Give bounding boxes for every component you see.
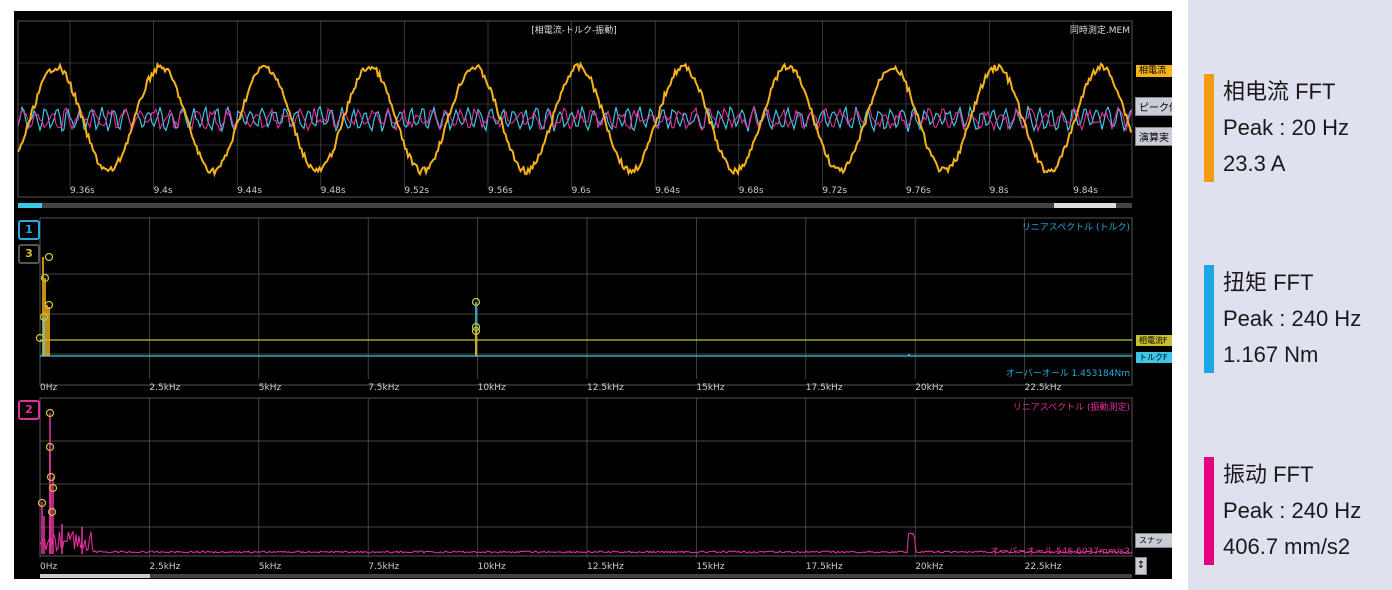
time-tick-label: 9.84s: [1073, 186, 1098, 196]
freq-tick-label: 20kHz: [915, 383, 943, 393]
freq-tick-label: 12.5kHz: [587, 383, 624, 393]
spectrum2-channel-2-label: 2: [25, 403, 33, 416]
freq-tick-label: 15kHz: [696, 562, 724, 572]
file-name: 同時測定.MEM: [1070, 24, 1130, 36]
channel-tab-current-label: 相電流: [1139, 66, 1167, 76]
freq-tick-label: 22.5kHz: [1025, 562, 1062, 572]
spectrum1-tab-torque[interactable]: トルクF: [1136, 352, 1172, 363]
fft-summary-panel: 相电流 FFT Peak : 20 Hz 23.3 A 扭矩 FFT Peak …: [1188, 0, 1392, 590]
spectrum1-pane: リニアスペクトル (トルク) オーバーオール 1.453184Nm 0Hz 2.5…: [35, 217, 1133, 393]
waveform-grid: [18, 21, 1132, 189]
freq-tick-label: 20kHz: [915, 562, 943, 572]
scroll-up-down-icon[interactable]: ↕: [1135, 557, 1147, 575]
spectrum1-tab-torque-label: トルクF: [1139, 353, 1168, 362]
legend-current-peak: Peak : 20 Hz: [1223, 115, 1349, 140]
legend-vibration-color-bar: [1204, 457, 1214, 565]
snapshot-button[interactable]: スナッ: [1135, 533, 1172, 548]
spectrum1-title: リニアスペクトル (トルク): [1022, 222, 1130, 233]
freq-tick-label: 12.5kHz: [587, 562, 624, 572]
time-tick-label: 9.8s: [990, 186, 1009, 196]
spectrum1-channel-1[interactable]: 1: [18, 220, 40, 240]
scope-display: [相電流-トルク-振動] 同時測定.MEM 9.36s 9.4s 9.44s 9.48…: [17, 20, 1133, 578]
freq-tick-label: 0Hz: [40, 562, 57, 572]
freq-tick-label: 7.5kHz: [368, 383, 399, 393]
spectrum2-channel-2[interactable]: 2: [18, 400, 40, 420]
spectrum2-traces: [37, 408, 1133, 554]
spectrum2-frame: [39, 397, 1133, 557]
legend-current-name: 相电流 FFT: [1223, 79, 1336, 104]
freq-tick-label: 10kHz: [478, 383, 506, 393]
freq-tick-label: 0Hz: [40, 383, 57, 393]
spectrum1-channel-3-label: 3: [25, 247, 33, 260]
time-tick-label: 9.76s: [906, 186, 931, 196]
legend-vibration-value: 406.7 mm/s2: [1223, 534, 1351, 559]
time-tick-label: 9.52s: [404, 186, 429, 196]
legend-current-value: 23.3 A: [1223, 151, 1286, 176]
legend-torque-name: 扭矩 FFT: [1223, 270, 1314, 295]
legend-torque-value: 1.167 Nm: [1223, 342, 1319, 367]
freq-tick-label: 15kHz: [696, 383, 724, 393]
freq-tick-label: 2.5kHz: [149, 562, 180, 572]
waveform-title: [相電流-トルク-振動]: [531, 24, 617, 36]
time-tick-label: 9.72s: [822, 186, 847, 196]
time-tick-label: 9.48s: [321, 186, 346, 196]
spectrum1-frame: [39, 217, 1133, 386]
spectrum2-title: リニアスペクトル (振動測定): [1013, 401, 1130, 413]
spectrum1-tab-current[interactable]: 相電流F: [1136, 335, 1172, 346]
time-tick-label: 9.56s: [488, 186, 513, 196]
time-axis: 9.36s 9.4s 9.44s 9.48s 9.52s 9.56s 9.6s 9.64s 9.…: [70, 186, 1098, 196]
spectrum-scrollbar[interactable]: [40, 574, 1132, 578]
time-tick-label: 9.36s: [70, 186, 95, 196]
freq-tick-label: 17.5kHz: [806, 562, 843, 572]
freq-tick-label: 10kHz: [478, 562, 506, 572]
waveform-scrollbar-thumb[interactable]: [1054, 203, 1116, 208]
spectrum-scrollbar-thumb[interactable]: [40, 574, 150, 578]
time-tick-label: 9.4s: [154, 186, 173, 196]
spectrum1-traces: [35, 252, 1132, 357]
time-tick-label: 9.64s: [655, 186, 680, 196]
waveform-frame: [17, 20, 1133, 198]
spectrum2-freq-axis: 0Hz 2.5kHz 5kHz 7.5kHz 10kHz 12.5kHz 15kHz 17.5…: [40, 562, 1062, 572]
legend-current-color-bar: [1204, 74, 1214, 182]
measurement-screen: [相電流-トルク-振動] 同時測定.MEM 9.36s 9.4s 9.44s 9.48…: [14, 11, 1172, 579]
calc-run-button[interactable]: 演算実: [1135, 127, 1172, 146]
spectrum1-channel-1-label: 1: [25, 223, 33, 236]
legend-torque-color-bar: [1204, 265, 1214, 373]
spectrum1-grid: [39, 218, 1132, 379]
freq-tick-label: 17.5kHz: [806, 383, 843, 393]
spectrum2-grid: [39, 398, 1132, 558]
channel-tab-current[interactable]: 相電流: [1136, 65, 1172, 77]
waveform-traces: [17, 61, 1133, 178]
legend-vibration-name: 振动 FFT: [1223, 462, 1314, 487]
time-tick-label: 9.68s: [739, 186, 764, 196]
calc-run-button-label: 演算実: [1139, 133, 1169, 144]
legend-vibration-peak: Peak : 240 Hz: [1223, 498, 1362, 523]
freq-tick-label: 22.5kHz: [1025, 383, 1062, 393]
legend-torque-peak: Peak : 240 Hz: [1223, 306, 1362, 331]
spectrum1-overall: オーバーオール 1.453184Nm: [1006, 368, 1130, 379]
spectrum1-marker: [44, 252, 54, 262]
waveform-scrollbar[interactable]: [18, 203, 1132, 208]
snapshot-button-label: スナッ: [1139, 536, 1163, 545]
freq-tick-label: 5kHz: [259, 383, 282, 393]
freq-tick-label: 2.5kHz: [149, 383, 180, 393]
freq-tick-label: 7.5kHz: [368, 562, 399, 572]
freq-tick-label: 5kHz: [259, 562, 282, 572]
time-tick-label: 9.44s: [237, 186, 262, 196]
spectrum2-pane: リニアスペクトル (振動測定) オーバーオール 546.6037mm/s2 0H…: [37, 397, 1133, 578]
vibration-fft-trace: [39, 530, 1133, 554]
spectrum1-tab-current-label: 相電流F: [1139, 336, 1168, 345]
waveform-pane: [相電流-トルク-振動] 同時測定.MEM 9.36s 9.4s 9.44s 9.48…: [17, 20, 1133, 208]
peak-value-button[interactable]: ピーク値: [1135, 97, 1172, 116]
peak-value-button-label: ピーク値: [1139, 103, 1172, 114]
time-tick-label: 9.6s: [572, 186, 591, 196]
waveform-scrollbar-start[interactable]: [18, 203, 42, 208]
spectrum2-overall: オーバーオール 546.6037mm/s2: [990, 546, 1130, 557]
spectrum1-channel-3[interactable]: 3: [18, 244, 40, 264]
